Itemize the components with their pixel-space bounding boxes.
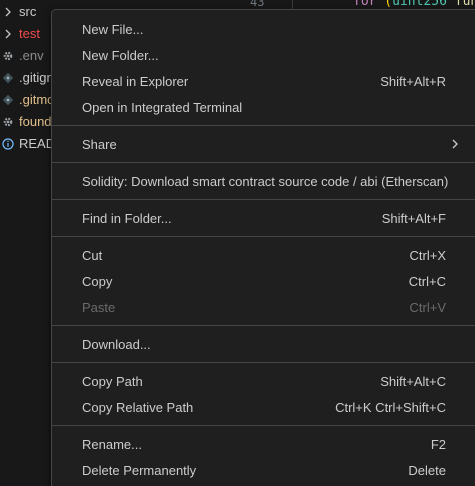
menu-item-copy-path[interactable]: Copy Path Shift+Alt+C — [52, 368, 475, 394]
menu-item-solidity-download-smart-contract-source-code-abi-etherscan[interactable]: Solidity: Download smart contract source… — [52, 168, 475, 194]
menu-item-copy-relative-path[interactable]: Copy Relative Path Ctrl+K Ctrl+Shift+C — [52, 394, 475, 420]
menu-item-label: Cut — [82, 247, 103, 263]
menu-item-download[interactable]: Download... — [52, 331, 475, 357]
menu-item-label: Copy Relative Path — [82, 399, 194, 415]
chevron-right-icon — [452, 139, 458, 149]
menu-item-shortcut: Ctrl+X — [409, 247, 446, 263]
menu-item-label: Download... — [82, 336, 151, 352]
menu-separator — [52, 236, 475, 237]
menu-item-label: Find in Folder... — [82, 210, 172, 226]
git-icon — [2, 72, 14, 84]
menu-item-reveal-in-explorer[interactable]: Reveal in Explorer Shift+Alt+R — [52, 68, 475, 94]
menu-item-label: Reveal in Explorer — [82, 73, 189, 89]
menu-item-shortcut: Shift+Alt+C — [380, 373, 446, 389]
explorer-item-label: READ — [19, 136, 56, 151]
code-paren: ( — [376, 0, 393, 9]
menu-item-find-in-folder[interactable]: Find in Folder... Shift+Alt+F — [52, 205, 475, 231]
gear-icon — [2, 50, 14, 62]
context-menu: New File... New Folder... Reveal in Explor… — [51, 9, 475, 486]
code-rest: fun — [454, 0, 475, 9]
menu-separator — [52, 325, 475, 326]
explorer-item-label: found — [19, 114, 52, 129]
chevron-right-icon — [2, 6, 14, 18]
menu-item-open-in-integrated-terminal[interactable]: Open in Integrated Terminal — [52, 94, 475, 120]
explorer-item-label: .gitmo — [19, 92, 55, 107]
editor-line-number: 43 — [250, 0, 265, 9]
menu-item-share[interactable]: Share — [52, 131, 475, 157]
menu-item-label: Share — [82, 136, 117, 152]
chevron-right-icon — [2, 28, 14, 40]
menu-item-label: Rename... — [82, 436, 142, 452]
code-keyword: for — [353, 0, 377, 9]
menu-item-label: Copy Path — [82, 373, 143, 389]
vscode-window: src test .env .gitign .gitmo found READ … — [0, 0, 475, 486]
menu-separator — [52, 125, 475, 126]
menu-item-label: Solidity: Download smart contract source… — [82, 173, 449, 189]
menu-item-label: Delete Permanently — [82, 462, 197, 478]
menu-item-shortcut: Ctrl+C — [408, 273, 446, 289]
menu-item-new-folder[interactable]: New Folder... — [52, 42, 475, 68]
menu-item-new-file[interactable]: New File... — [52, 16, 475, 42]
explorer-item-label: test — [19, 26, 40, 41]
menu-item-label: New File... — [82, 21, 144, 37]
menu-separator — [52, 425, 475, 426]
menu-item-label: Open in Integrated Terminal — [82, 99, 243, 115]
menu-item-shortcut: Shift+Alt+R — [380, 73, 446, 89]
menu-item-shortcut: Delete — [408, 462, 446, 478]
menu-separator — [52, 199, 475, 200]
menu-item-label: Copy — [82, 273, 113, 289]
menu-item-label: New Folder... — [82, 47, 159, 63]
explorer-item-label: src — [19, 4, 37, 19]
menu-item-paste: Paste Ctrl+V — [52, 294, 475, 320]
code-type: uint256 — [392, 0, 447, 9]
menu-item-delete-permanently[interactable]: Delete Permanently Delete — [52, 457, 475, 483]
menu-item-shortcut: Ctrl+V — [409, 299, 446, 315]
menu-item-rename[interactable]: Rename... F2 — [52, 431, 475, 457]
explorer-item-label: .env — [19, 48, 44, 63]
gear-icon — [2, 116, 14, 128]
git-icon — [2, 94, 14, 106]
editor-code-line: for (uint256 fun — [353, 0, 475, 9]
menu-item-shortcut: Ctrl+K Ctrl+Shift+C — [335, 399, 446, 415]
info-icon — [2, 138, 14, 150]
menu-item-cut[interactable]: Cut Ctrl+X — [52, 242, 475, 268]
explorer-item-label: .gitign — [19, 70, 54, 85]
menu-item-shortcut: F2 — [430, 436, 446, 452]
menu-item-shortcut: Shift+Alt+F — [381, 210, 446, 226]
menu-item-copy[interactable]: Copy Ctrl+C — [52, 268, 475, 294]
menu-separator — [52, 162, 475, 163]
menu-separator — [52, 362, 475, 363]
menu-item-label: Paste — [82, 299, 116, 315]
